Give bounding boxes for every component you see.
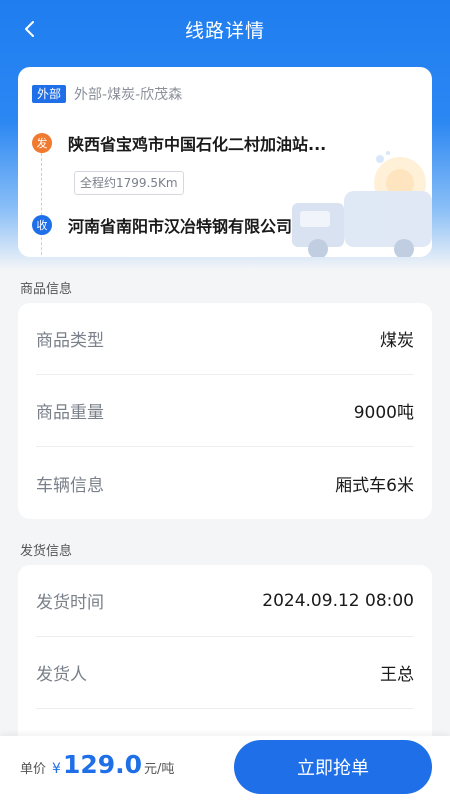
row-value: 2024.09.12 08:00 — [262, 590, 414, 611]
route-card: 外部 外部-煤炭-欣茂森 发 陕西省宝鸡市中国石化二村加油站... 全程约179… — [18, 67, 432, 257]
route-tag-row: 外部 外部-煤炭-欣茂森 — [32, 84, 182, 104]
grab-order-button[interactable]: 立即抢单 — [234, 740, 432, 794]
goods-card: 商品类型 煤炭 商品重量 9000吨 车辆信息 厢式车6米 — [18, 303, 432, 519]
vehicle-info-row: 车辆信息 厢式车6米 — [36, 447, 414, 519]
source-tag: 外部 — [32, 85, 67, 103]
row-label: 车辆信息 — [36, 475, 104, 496]
origin-row: 发 陕西省宝鸡市中国石化二村加油站... — [32, 131, 326, 155]
row-value: 煤炭 — [380, 331, 414, 351]
row-label: 发货时间 — [36, 593, 104, 613]
destination-address: 河南省南阳市汉冶特钢有限公司 — [68, 217, 293, 236]
currency-symbol: ¥ — [52, 761, 61, 777]
goods-weight-row: 商品重量 9000吨 — [36, 375, 414, 447]
row-value: 王总 — [380, 665, 414, 685]
bottom-action-bar: 单价 ¥ 129.0 元/吨 立即抢单 — [0, 736, 450, 800]
distance-badge: 全程约1799.5Km — [74, 171, 184, 195]
row-label: 商品类型 — [36, 331, 104, 351]
truck-illustration-icon — [292, 151, 432, 257]
route-connector — [41, 153, 42, 257]
destination-row: 收 河南省南阳市汉冶特钢有限公司 — [32, 213, 292, 237]
route-description: 外部-煤炭-欣茂森 — [74, 87, 183, 103]
origin-badge: 发 — [32, 133, 52, 153]
price-value: 129.0 — [62, 750, 143, 779]
row-value: 厢式车6米 — [335, 475, 414, 496]
row-label: 商品重量 — [36, 403, 104, 423]
unit-price: 单价 ¥ 129.0 元/吨 — [20, 750, 174, 779]
nav-bar: 线路详情 — [0, 0, 450, 58]
row-label: 发货人 — [36, 665, 87, 685]
price-unit: 元/吨 — [144, 762, 175, 777]
goods-type-row: 商品类型 煤炭 — [36, 303, 414, 375]
shipper-row: 发货人 王总 — [36, 637, 414, 709]
shipping-section-title: 发货信息 — [20, 544, 73, 559]
ship-time-row: 发货时间 2024.09.12 08:00 — [36, 565, 414, 637]
page-title: 线路详情 — [184, 19, 265, 42]
row-value: 9000吨 — [353, 403, 414, 423]
destination-badge: 收 — [32, 215, 52, 235]
back-button[interactable] — [14, 13, 46, 45]
chevron-left-icon — [25, 21, 34, 37]
price-label: 单价 — [20, 762, 47, 777]
goods-section-title: 商品信息 — [20, 282, 73, 297]
